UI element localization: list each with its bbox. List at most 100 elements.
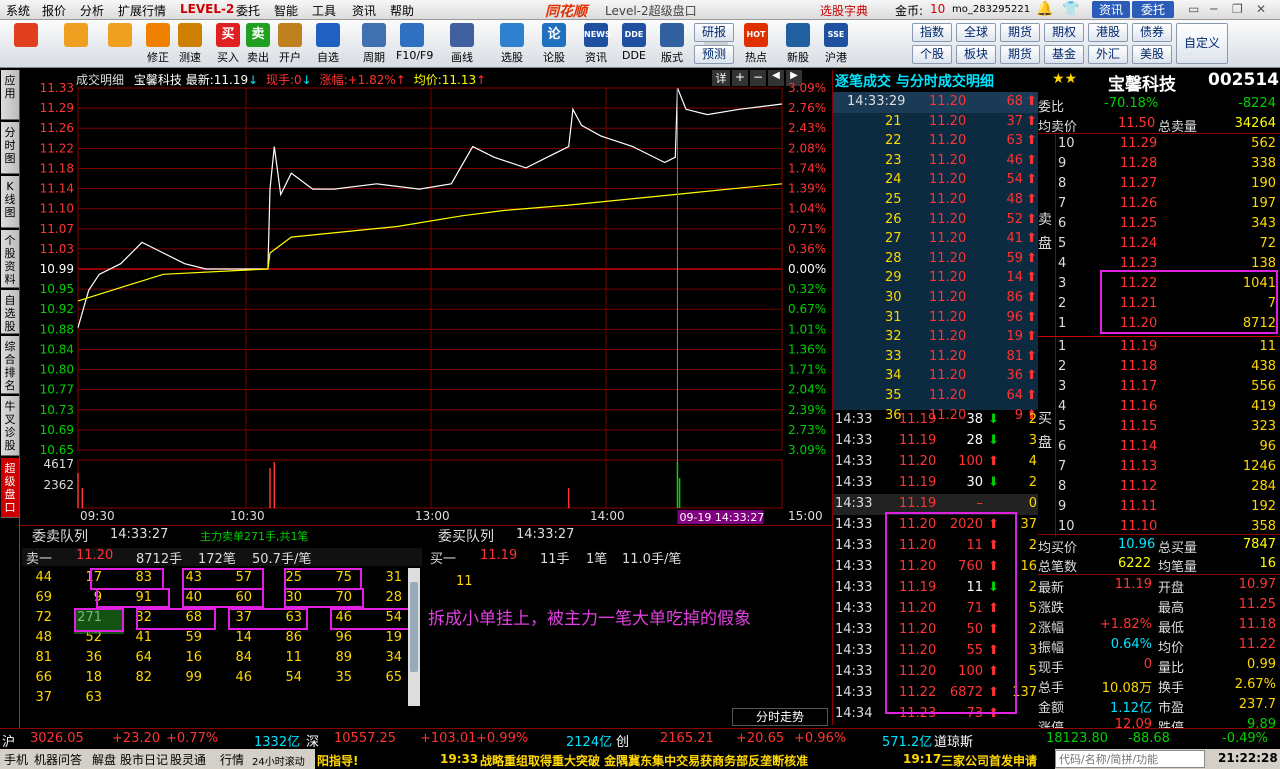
toolbar-button[interactable]: 选股 [496, 22, 528, 66]
toolbar-button[interactable]: 版式 [656, 22, 688, 66]
quick-button[interactable]: 债券 [1132, 23, 1172, 42]
bid-row[interactable]: 1 11.19 11 [1038, 337, 1280, 357]
toolbar-button[interactable]: 买买入 [212, 22, 244, 66]
quick-button[interactable]: 期货 [1000, 45, 1040, 64]
star-icon[interactable]: ★★ [1052, 71, 1077, 87]
bid-row[interactable]: 6 11.14 96 [1038, 437, 1280, 457]
toolbar-button[interactable]: 卖卖出 [242, 22, 274, 66]
stat-label: 振幅 [1038, 641, 1065, 656]
menu-item[interactable]: 资讯 [352, 2, 376, 19]
toolbar-button[interactable] [104, 22, 136, 66]
status-item[interactable]: 解盘 [92, 751, 116, 768]
side-tab[interactable]: 应用 [1, 70, 19, 120]
toolbar-button[interactable]: 周期 [358, 22, 390, 66]
bid-row[interactable]: 4 11.16 419 [1038, 397, 1280, 417]
status-item[interactable]: 股灵通 [170, 751, 206, 768]
ask-row[interactable]: 8 11.27 190 [1038, 174, 1280, 194]
bell-icon[interactable]: 🔔 [1036, 1, 1053, 17]
side-tab[interactable]: K线图 [1, 176, 19, 228]
index-bar[interactable]: 沪 3026.05 +23.20 +0.77% 1332亿 深 10557.25… [0, 728, 1280, 750]
search-input[interactable] [1055, 750, 1205, 768]
status-item[interactable]: 手机 [4, 751, 28, 768]
menu-item[interactable]: 扩展行情 [118, 2, 166, 19]
intraday-chart[interactable]: 成交明细 宝馨科技 最新:11.19↓ 现手:0↓ 涨幅:+1.82%↑ 均价:… [20, 70, 832, 525]
menu-item[interactable]: 委托 [236, 2, 260, 19]
toolbar-button[interactable]: F10/F9 [396, 22, 433, 66]
side-tab[interactable]: 牛叉诊股 [1, 396, 19, 456]
quick-button[interactable]: 研报 [694, 23, 734, 42]
quick-button[interactable]: 自定义 [1176, 23, 1228, 64]
quick-button[interactable]: 指数 [912, 23, 952, 42]
menu-item[interactable]: 智能 [274, 2, 298, 19]
toolbar-button[interactable]: 自选股 [312, 22, 344, 80]
toolbar-button[interactable]: 画线 [446, 22, 478, 66]
shirt-icon[interactable]: 👕 [1062, 1, 1079, 17]
stock-dict-link[interactable]: 选股字典 [820, 2, 868, 19]
menu-icon[interactable]: ▭ [1188, 2, 1199, 16]
ask-row[interactable]: 5 11.24 72 [1038, 234, 1280, 254]
user-name[interactable]: mo_283295221 [952, 4, 1030, 15]
menu-item[interactable]: LEVEL-2 [180, 2, 234, 16]
toolbar-button[interactable]: 新股 [782, 22, 814, 66]
quick-button[interactable]: 外汇 [1088, 45, 1128, 64]
side-tab[interactable]: 自选股 [1, 290, 19, 334]
quick-button[interactable]: 期权 [1044, 23, 1084, 42]
tick-detail-list[interactable]: 14:33:29 11.20 68 ⬆ 21 11.20 37 ⬆ 22 11.20 63 ⬆ 23 11… [833, 92, 1039, 423]
side-tab[interactable]: 综合排名 [1, 336, 19, 394]
restore-icon[interactable]: ❐ [1232, 2, 1243, 16]
toolbar-button[interactable]: 测速 [174, 22, 206, 66]
toolbar-button[interactable]: HOT 热点 [740, 22, 772, 66]
tick-volume: 64 [1006, 388, 1023, 403]
side-tab[interactable]: 个股资料 [1, 230, 19, 288]
status-item[interactable]: 行情 [220, 751, 244, 768]
sell-hands: 8712手 [136, 552, 183, 567]
bid-row[interactable]: 9 11.11 192 [1038, 497, 1280, 517]
ask-row[interactable]: 9 11.28 338 [1038, 154, 1280, 174]
quick-button[interactable]: 港股 [1088, 23, 1128, 42]
quick-button[interactable]: 全球 [956, 23, 996, 42]
quick-button[interactable]: 美股 [1132, 45, 1172, 64]
menu-item[interactable]: 系统 [6, 2, 30, 19]
menu-item[interactable]: 报价 [42, 2, 66, 19]
ticker-prev: 阳指导! [317, 754, 359, 768]
news-button[interactable]: 资讯 [1092, 1, 1130, 18]
ask-row[interactable]: 6 11.25 343 [1038, 214, 1280, 234]
quick-button[interactable]: 期货 [1000, 23, 1040, 42]
status-item[interactable]: 24小时滚动 [252, 753, 305, 768]
bid-row[interactable]: 7 11.13 1246 [1038, 457, 1280, 477]
queue-scrollbar[interactable] [408, 568, 420, 706]
status-item[interactable]: 股市日记 [120, 751, 168, 768]
toolbar-button[interactable]: 修正 [142, 22, 174, 66]
quick-button[interactable]: 预测 [694, 45, 734, 64]
menu-item[interactable]: 工具 [312, 2, 336, 19]
ask-row[interactable]: 7 11.26 197 [1038, 194, 1280, 214]
tick-seq: 21 [885, 113, 902, 129]
timeshare-button[interactable]: 分时走势 [732, 708, 828, 726]
entrust-button[interactable]: 委托 [1132, 1, 1174, 18]
toolbar-button[interactable]: 开户 [274, 22, 306, 66]
status-item[interactable]: 机器问答 [34, 751, 82, 768]
menu-item[interactable]: 分析 [80, 2, 104, 19]
bid-row[interactable]: 3 11.17 556 [1038, 377, 1280, 397]
news-ticker[interactable]: 阳指导! 19:33 战略重组取得重大突破 金隅冀东集中交易获商务部反垄断核准 … [315, 749, 1055, 769]
quick-button[interactable]: 基金 [1044, 45, 1084, 64]
ask-row[interactable]: 10 11.29 562 [1038, 134, 1280, 154]
minimize-icon[interactable]: ─ [1210, 2, 1217, 16]
toolbar-button[interactable]: NEWS 资讯 [580, 22, 612, 66]
toolbar-button[interactable]: SSE沪港通 [820, 22, 852, 80]
side-tab[interactable]: 超级盘口 [1, 458, 19, 518]
toolbar-button[interactable]: DDE DDE [618, 22, 650, 66]
close-icon[interactable]: ✕ [1256, 2, 1266, 16]
toolbar-button[interactable] [60, 22, 92, 66]
bid-row[interactable]: 2 11.18 438 [1038, 357, 1280, 377]
tick-seq: 25 [885, 192, 902, 207]
toolbar-button[interactable] [10, 22, 42, 66]
quick-button[interactable]: 板块 [956, 45, 996, 64]
highlight-box [136, 608, 216, 630]
bid-row[interactable]: 8 11.12 284 [1038, 477, 1280, 497]
toolbar-button[interactable]: 论论股堂 [538, 22, 570, 80]
menu-item[interactable]: 帮助 [390, 2, 414, 19]
bid-row[interactable]: 5 11.15 323 [1038, 417, 1280, 437]
side-tab[interactable]: 分时图 [1, 122, 19, 174]
quick-button[interactable]: 个股 [912, 45, 952, 64]
